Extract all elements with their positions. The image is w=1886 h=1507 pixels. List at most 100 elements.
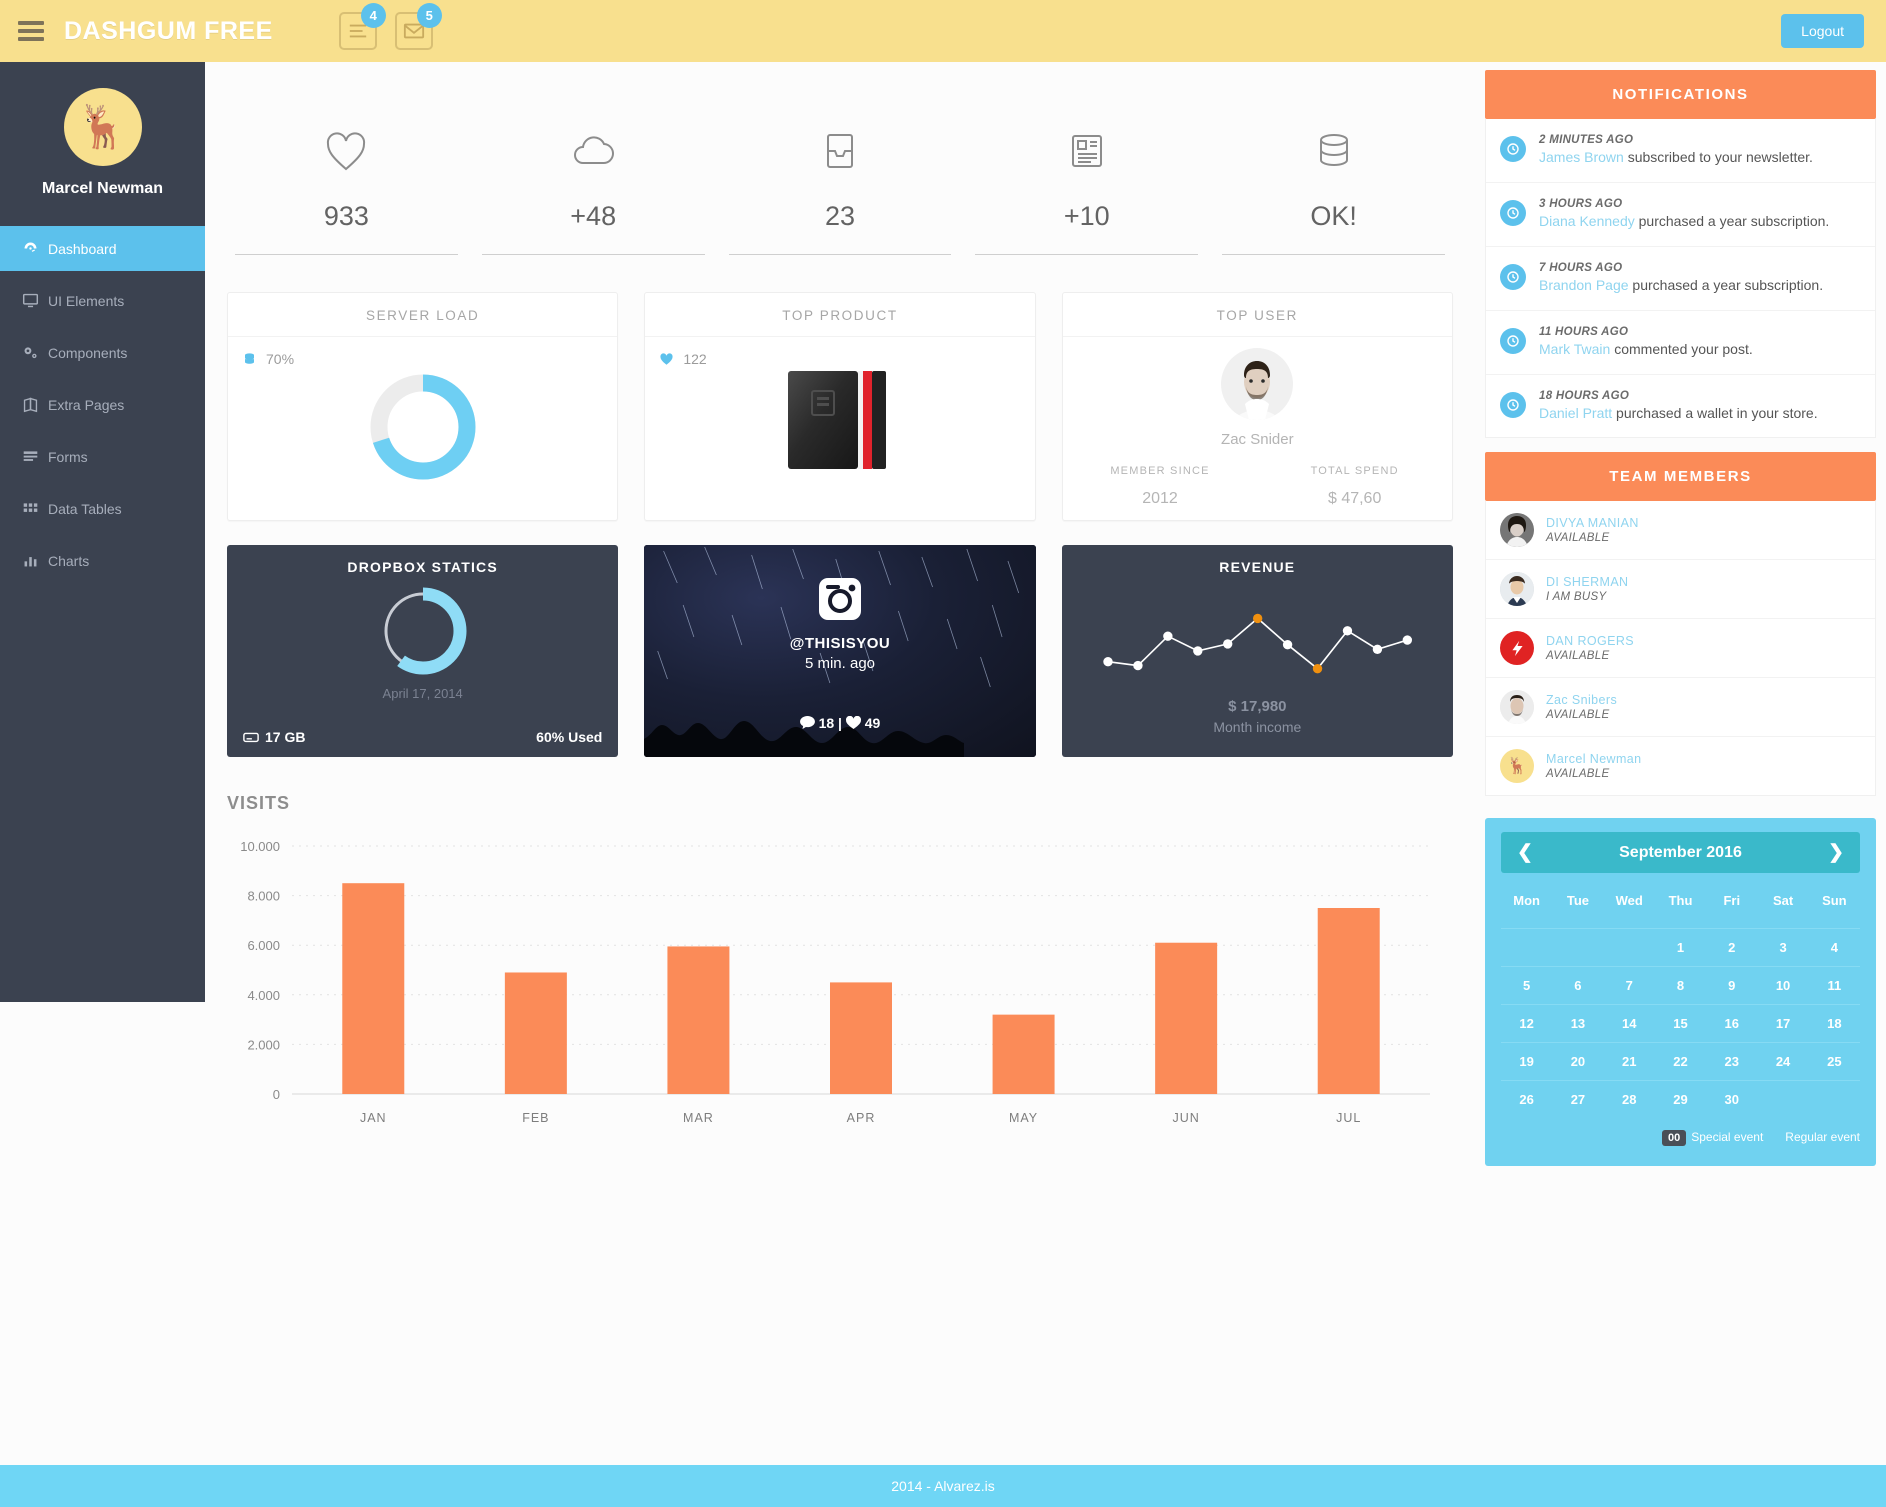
tasks-button[interactable]: 4	[338, 3, 386, 50]
calendar-day[interactable]: 14	[1603, 1004, 1655, 1042]
bar[interactable]	[342, 883, 405, 1094]
calendar-day[interactable]: 8	[1654, 966, 1707, 1004]
list-item[interactable]: 11 HOURS AGO Mark Twain commented your p…	[1486, 311, 1875, 375]
legend-chip: 00	[1661, 1130, 1687, 1147]
notification-time: 2 MINUTES AGO	[1539, 134, 1634, 146]
member-since: MEMBER SINCE 2012	[1063, 465, 1258, 508]
calendar-day[interactable]: 23	[1706, 1042, 1758, 1080]
dropbox-footer: 17 GB 60% Used	[243, 729, 602, 745]
revenue-point[interactable]	[1222, 639, 1233, 649]
calendar-day[interactable]: 3	[1757, 928, 1809, 966]
list-item[interactable]: 🦌 Marcel Newman AVAILABLE	[1486, 737, 1875, 795]
instagram-card[interactable]: @THISISYOU 5 min. ago 18 | 49	[644, 545, 1036, 757]
calendar-day[interactable]: 18	[1808, 1004, 1860, 1042]
list-item[interactable]: DIVYA MANIAN AVAILABLE	[1486, 501, 1875, 561]
sidebar-item-label: Components	[48, 344, 128, 361]
calendar-day-empty	[1552, 928, 1604, 966]
server-load-card: SERVER LOAD 70%	[227, 292, 619, 521]
calendar-day[interactable]: 5	[1501, 966, 1553, 1004]
sidebar-profile[interactable]: 🦌 Marcel Newman	[0, 62, 205, 198]
calendar-day[interactable]: 20	[1552, 1042, 1604, 1080]
revenue-point[interactable]	[1282, 640, 1292, 650]
revenue-point[interactable]	[1372, 644, 1382, 655]
calendar-dow: Sun	[1822, 893, 1847, 909]
x-axis-tick-label: APR	[847, 1111, 876, 1125]
calendar-day[interactable]: 2	[1706, 928, 1758, 966]
calendar-day[interactable]: 30	[1706, 1080, 1758, 1118]
stat-value: 23	[824, 201, 856, 231]
calendar-day[interactable]: 24	[1757, 1042, 1809, 1080]
sidebar-item-charts[interactable]: Charts	[0, 538, 205, 583]
calendar-day[interactable]: 27	[1552, 1080, 1604, 1118]
revenue-point[interactable]	[1342, 626, 1352, 636]
stat-inbox[interactable]: 23	[717, 117, 964, 255]
calendar-day[interactable]: 29	[1654, 1080, 1707, 1118]
calendar-day[interactable]: 15	[1654, 1004, 1707, 1042]
dropbox-used: 60% Used	[536, 729, 603, 745]
calendar-day[interactable]: 21	[1603, 1042, 1655, 1080]
calendar-day[interactable]: 17	[1757, 1004, 1809, 1042]
sidebar-item-dashboard[interactable]: Dashboard	[0, 226, 205, 271]
notifications-header: NOTIFICATIONS	[1485, 70, 1876, 119]
calendar-day[interactable]: 10	[1757, 966, 1809, 1004]
revenue-point[interactable]	[1402, 635, 1412, 645]
server-load-donut	[228, 365, 617, 489]
list-item[interactable]: DAN ROGERS AVAILABLE	[1486, 619, 1875, 679]
stat-cloud[interactable]: +48	[470, 117, 717, 255]
chevron-right-icon[interactable]: ❯	[1828, 843, 1844, 862]
hamburger-icon[interactable]	[18, 17, 44, 45]
list-item[interactable]: 7 HOURS AGO Brandon Page purchased a yea…	[1486, 247, 1875, 311]
bar[interactable]	[667, 946, 730, 1094]
stat-news[interactable]: +10	[963, 117, 1210, 255]
revenue-point[interactable]	[1132, 660, 1143, 671]
calendar-day[interactable]: 9	[1706, 966, 1758, 1004]
legend-special-label: Special event	[1691, 1130, 1764, 1145]
card-title: DROPBOX STATICS	[347, 559, 498, 575]
sidebar-item-ui-elements[interactable]: UI Elements	[0, 278, 205, 323]
calendar-day[interactable]: 12	[1501, 1004, 1553, 1042]
stat-likes[interactable]: 933	[223, 117, 470, 255]
sidebar-item-components[interactable]: Components	[0, 330, 205, 375]
y-axis-tick-label: 4.000	[247, 988, 280, 1003]
calendar-day[interactable]: 1	[1654, 928, 1707, 966]
bar[interactable]	[992, 1014, 1055, 1094]
calendar-day[interactable]: 7	[1603, 966, 1655, 1004]
calendar-day[interactable]: 28	[1603, 1080, 1655, 1118]
form-icon	[22, 448, 48, 465]
notification-body: purchased a year subscription.	[1634, 212, 1830, 229]
calendar-day[interactable]: 16	[1706, 1004, 1758, 1042]
list-item[interactable]: Zac Snibers AVAILABLE	[1486, 678, 1875, 738]
calendar-day[interactable]: 22	[1654, 1042, 1707, 1080]
calendar-day[interactable]: 19	[1501, 1042, 1553, 1080]
list-item[interactable]: 2 MINUTES AGO James Brown subscribed to …	[1486, 119, 1875, 183]
list-item[interactable]: 18 HOURS AGO Daniel Pratt purchased a wa…	[1486, 375, 1875, 438]
stat-database[interactable]: OK!	[1210, 117, 1457, 255]
avatar	[1500, 513, 1534, 548]
sidebar-item-forms[interactable]: Forms	[0, 434, 205, 479]
revenue-point[interactable]	[1192, 646, 1203, 656]
calendar-day[interactable]: 26	[1501, 1080, 1553, 1118]
y-axis-tick-label: 8.000	[247, 889, 280, 904]
chevron-left-icon[interactable]: ❮	[1517, 843, 1533, 862]
calendar-day[interactable]: 4	[1808, 928, 1860, 966]
list-item[interactable]: DI SHERMAN I AM BUSY	[1486, 560, 1875, 620]
sidebar-item-extra-pages[interactable]: Extra Pages	[0, 382, 205, 427]
bar[interactable]	[1155, 942, 1218, 1094]
revenue-point[interactable]	[1162, 631, 1173, 641]
revenue-point-highlight[interactable]	[1252, 613, 1263, 624]
revenue-point[interactable]	[1102, 657, 1113, 667]
calendar-day[interactable]: 25	[1808, 1042, 1860, 1080]
calendar-day[interactable]: 6	[1552, 966, 1604, 1004]
calendar-day[interactable]: 13	[1552, 1004, 1604, 1042]
revenue-point-highlight[interactable]	[1312, 664, 1322, 674]
bar[interactable]	[830, 982, 892, 1094]
calendar-day[interactable]: 11	[1808, 966, 1860, 1004]
list-item[interactable]: 3 HOURS AGO Diana Kennedy purchased a ye…	[1486, 183, 1875, 247]
logout-button[interactable]: Logout	[1781, 14, 1864, 48]
bar[interactable]	[504, 972, 567, 1094]
wallet-image	[787, 371, 886, 469]
mail-button[interactable]: 5	[394, 3, 442, 50]
card-body: 70%	[228, 337, 617, 509]
sidebar-item-data-tables[interactable]: Data Tables	[0, 486, 205, 531]
bar[interactable]	[1317, 908, 1380, 1094]
